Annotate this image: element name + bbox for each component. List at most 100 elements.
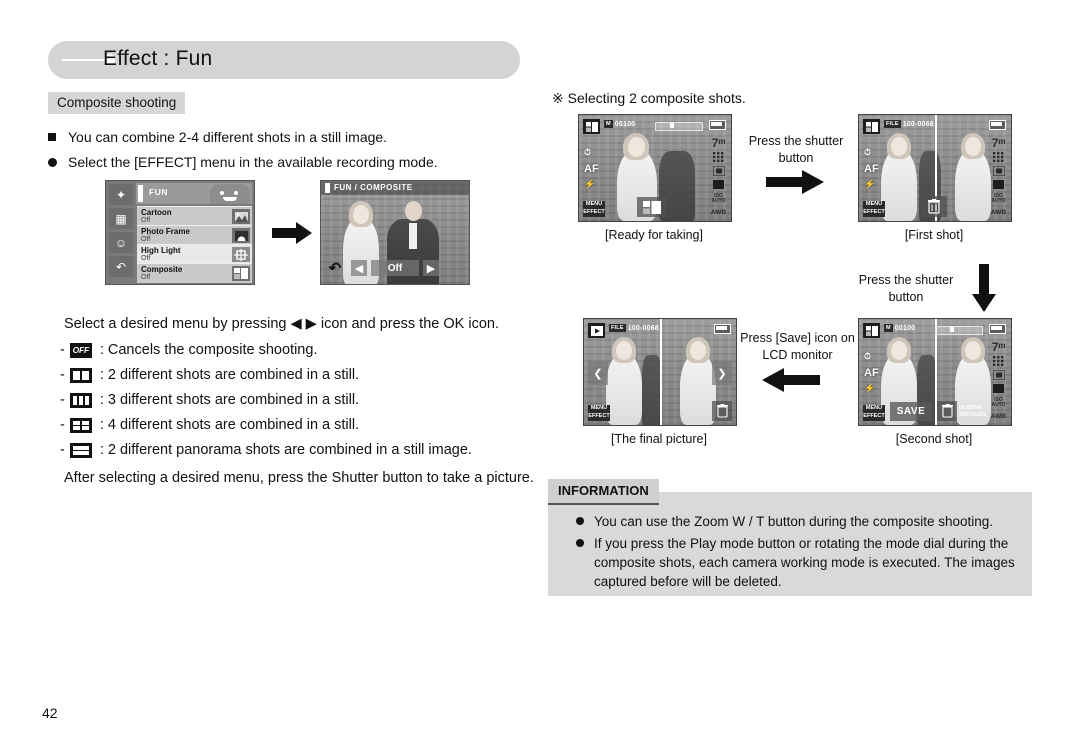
zoom-bar [655, 122, 703, 131]
dash: - [60, 417, 65, 433]
file-number: 100-0068 [627, 324, 659, 332]
option-text: : Cancels the composite shooting. [99, 342, 318, 358]
list-item: You can combine 2-4 different shots in a… [48, 128, 528, 147]
menu-effect-button[interactable]: MENU EFFECT [583, 200, 605, 217]
menu-header-bar [138, 185, 143, 202]
circle-bullet-icon [576, 517, 584, 525]
menu-row-photo-frame[interactable]: Photo Frame Off [137, 225, 252, 245]
left-arrow-icon[interactable]: ◀ [351, 260, 367, 276]
af-icon: AF [584, 163, 599, 175]
iso-icon: ISO AUTO [991, 193, 1006, 204]
list-item: - : 4 different shots are combined in a … [60, 413, 530, 438]
high-light-icon [232, 247, 250, 262]
timestamp: 01:00PM 2007/01/01 [959, 405, 987, 419]
resolution-7m-icon: 7ᵐ [991, 339, 1006, 354]
file-tag: M [604, 120, 613, 128]
ev-compensation-icon [711, 221, 726, 222]
section-label: Composite shooting [48, 92, 186, 114]
iso-icon: ISO AUTO [711, 193, 726, 204]
three-vertical-panes-icon [69, 393, 92, 408]
caption-ready: [Ready for taking] [605, 228, 703, 242]
step-label-shutter-down: Press the shutter button [845, 272, 967, 306]
split-divider [660, 319, 662, 425]
menu-effect-button[interactable]: MENU EFFECT [863, 200, 885, 217]
file-number-indicator: M 00100 [604, 120, 635, 128]
lcd-screen-second-shot: M 00100 ⏱ AF ⚡ 7ᵐ ISO AUTO AWB MENU EFFE… [858, 318, 1012, 426]
trash-icon[interactable] [921, 196, 947, 217]
composite-options-list: - OFF : Cancels the composite shooting. … [60, 338, 530, 463]
menu-row-name: High Light [141, 246, 181, 255]
composite-header-label: FUN / COMPOSITE [334, 183, 413, 192]
flash-auto-icon: ⚡ [584, 179, 596, 189]
right-arrow-icon[interactable]: ❯ [712, 361, 732, 385]
square-bullet-icon [48, 133, 56, 141]
two-vertical-panes-icon [69, 368, 92, 383]
zoom-bar [935, 326, 983, 335]
focus-area-icon [991, 179, 1006, 190]
iso-icon: ISO AUTO [991, 397, 1006, 408]
arrow-left-icon [762, 368, 820, 397]
menu-header-label: FUN [149, 187, 168, 197]
focus-area-icon [991, 383, 1006, 394]
trash-icon[interactable] [712, 401, 732, 421]
composite-mode-icon [863, 119, 880, 134]
arrow-right-icon [272, 222, 312, 249]
menu-row-cartoon[interactable]: Cartoon Off [137, 206, 252, 226]
battery-icon [714, 324, 731, 334]
file-number: 00100 [894, 324, 916, 332]
lcd-screen-final-picture: FILE 100-0068 ❮ ❯ MENU EFFECT [583, 318, 737, 426]
quality-dots-icon [711, 151, 726, 162]
dash: - [60, 392, 65, 408]
step-line1: Press the shutter [748, 134, 844, 148]
list-item: - OFF : Cancels the composite shooting. [60, 338, 530, 363]
composite-menu-screenshot: FUN / COMPOSITE ↶ ◀ Off ▶ [320, 180, 470, 285]
off-icon: OFF [69, 343, 92, 358]
menu-row-value: Off [141, 236, 151, 243]
metering-icon [711, 165, 726, 176]
flash-auto-icon: ⚡ [864, 383, 876, 393]
two-horizontal-panes-icon [69, 443, 92, 458]
dash: - [60, 367, 65, 383]
step-line2: button [888, 290, 924, 304]
arrow-down-icon [972, 264, 996, 317]
composite-mode-icon [863, 323, 880, 338]
intro-bullets: You can combine 2-4 different shots in a… [48, 128, 528, 178]
ev-compensation-icon [991, 221, 1006, 222]
select-menu-instruction: Select a desired menu by pressing ◀ ▶ ic… [64, 316, 499, 332]
play-mode-icon [588, 323, 605, 338]
fun-face-icon [210, 184, 250, 204]
page-number: 42 [42, 705, 58, 721]
menu-effect-button[interactable]: MENU EFFECT [588, 404, 610, 421]
menu-row-high-light[interactable]: High Light Off [137, 244, 252, 264]
back-arrow-icon[interactable]: ↶ [325, 260, 345, 278]
menu-button-line2: EFFECT [588, 412, 610, 419]
file-number-indicator: FILE 100-0068 [609, 324, 659, 332]
information-list: You can use the Zoom W / T button during… [576, 512, 1024, 594]
left-arrow-icon[interactable]: ❮ [588, 361, 608, 385]
right-indicator-stack: 7ᵐ ISO AUTO AWB [989, 339, 1008, 425]
menu-row-composite[interactable]: Composite Off [137, 263, 252, 283]
time-value: 01:00PM [959, 405, 982, 411]
right-arrow-icon[interactable]: ▶ [423, 260, 439, 276]
menu-button-line2: EFFECT [583, 208, 605, 215]
option-text: : 2 different shots are combined in a st… [99, 367, 360, 383]
effect-star-icon: ✦ [109, 184, 133, 205]
back-arrow-icon: ↶ [109, 256, 133, 277]
photo-frame-icon [232, 228, 250, 243]
trash-icon[interactable] [937, 401, 957, 421]
af-icon: AF [864, 367, 879, 379]
quality-dots-icon [991, 151, 1006, 162]
step-line1: Press [Save] icon on [740, 331, 855, 345]
menu-effect-button[interactable]: MENU EFFECT [863, 404, 885, 421]
battery-icon [989, 324, 1006, 334]
page-title: Effect : Fun [103, 47, 213, 70]
circle-bullet-icon [576, 539, 584, 547]
manual-page: Effect : Fun Composite shooting You can … [0, 0, 1080, 746]
menu-header: FUN [136, 183, 252, 204]
title-decor-line [62, 59, 108, 61]
self-timer-off-icon: ⏱ [864, 351, 872, 361]
save-button[interactable]: SAVE [890, 402, 932, 421]
four-quadrant-panes-icon [69, 418, 92, 433]
fun-menu-screenshot: ✦ ▦ ☺ ↶ FUN Cartoon Off Photo Frame Off [105, 180, 255, 285]
right-column-note: ※ Selecting 2 composite shots. [552, 90, 746, 106]
